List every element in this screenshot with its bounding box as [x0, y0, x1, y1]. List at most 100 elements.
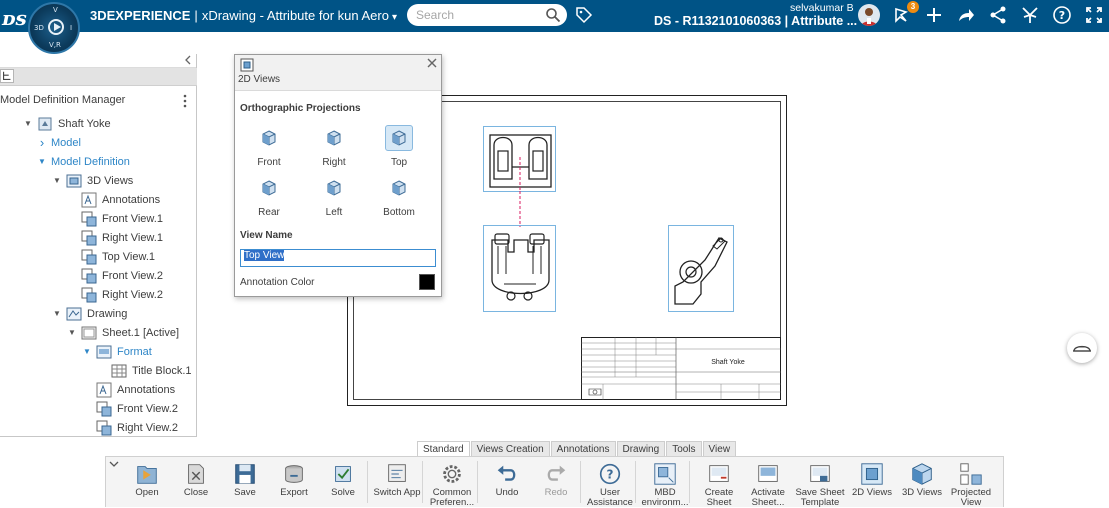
mbd-button[interactable]: MBD environm...: [640, 459, 690, 508]
projection-top-button[interactable]: Top: [375, 125, 423, 169]
projection-label: Rear: [258, 207, 280, 218]
help-icon[interactable]: ?: [1052, 5, 1072, 25]
projected-button[interactable]: Projected View: [946, 459, 996, 508]
search-icon[interactable]: [545, 7, 561, 23]
view-name-field[interactable]: Top View: [240, 249, 436, 267]
expand-down-icon[interactable]: ▼: [81, 346, 93, 358]
tab-views-creation[interactable]: Views Creation: [470, 441, 550, 457]
projection-rear-button[interactable]: Rear: [245, 175, 293, 219]
open-button[interactable]: Open: [122, 459, 172, 508]
app-title[interactable]: 3DEXPERIENCE | xDrawing - Attribute for ku…: [90, 8, 397, 23]
tree-item-label: Annotations: [102, 193, 161, 206]
tree-item[interactable]: ▼ Model Definition: [36, 152, 130, 171]
cube-front-icon: [262, 130, 276, 146]
view-icon: [81, 230, 97, 245]
compass-widget[interactable]: V 3D I V,R: [28, 2, 80, 54]
tree-item[interactable]: Front View.2: [81, 399, 178, 418]
chevron-down-icon[interactable]: [109, 459, 119, 469]
command-label: Open: [135, 487, 159, 498]
projection-front-button[interactable]: Front: [245, 125, 293, 169]
annotation-color-swatch[interactable]: [419, 274, 435, 290]
tree-item[interactable]: Right View.1: [66, 228, 163, 247]
right-view-drawing: [674, 237, 728, 305]
expand-down-icon[interactable]: ▼: [22, 118, 34, 130]
cube-top-icon: [392, 130, 406, 146]
top-view-frame[interactable]: [483, 126, 556, 193]
share-icon[interactable]: [956, 5, 976, 25]
annotation-icon: [96, 382, 112, 397]
more-options-icon[interactable]: [181, 94, 189, 108]
tree-item[interactable]: ▼ Drawing: [51, 304, 127, 323]
switch-app-icon: [388, 464, 406, 482]
projection-bottom-button[interactable]: Bottom: [375, 175, 423, 219]
app-name: xDrawing - Attribute for kun Aero: [201, 8, 389, 23]
tab-annotations[interactable]: Annotations: [550, 441, 616, 457]
projection-left-button[interactable]: Left: [310, 175, 358, 219]
apps-compass-icon[interactable]: [1020, 5, 1040, 25]
network-share-icon[interactable]: [988, 5, 1008, 25]
open-icon: [137, 466, 157, 484]
3d-views-button[interactable]: 3D Views: [897, 459, 947, 508]
plus-icon[interactable]: [924, 5, 944, 25]
cube-left-icon: [327, 180, 341, 196]
tab-tools[interactable]: Tools: [666, 441, 702, 457]
common-button[interactable]: Common Preferen...: [427, 459, 477, 508]
save-button[interactable]: Save: [220, 459, 270, 508]
tree-item[interactable]: › Model: [36, 133, 81, 152]
save-icon: [235, 464, 255, 484]
undo-button[interactable]: Undo: [482, 459, 532, 508]
tab-drawing[interactable]: Drawing: [616, 441, 666, 457]
activate-sheet-icon: [758, 465, 778, 482]
avatar[interactable]: [858, 4, 880, 26]
projected-view-icon: [960, 463, 982, 485]
cube-rear-icon: [262, 180, 276, 196]
save-sheet-button[interactable]: Save Sheet Template: [795, 459, 845, 508]
collapse-panel-icon[interactable]: [183, 55, 193, 65]
export-button[interactable]: Export: [269, 459, 319, 508]
front-view-frame[interactable]: [483, 225, 556, 312]
chevron-down-icon[interactable]: ▾: [392, 12, 397, 23]
chevron-right-icon[interactable]: ›: [36, 135, 48, 150]
tree-item[interactable]: Right View.2: [66, 285, 163, 304]
close-icon[interactable]: [427, 58, 437, 68]
expand-down-icon[interactable]: ▼: [51, 308, 63, 320]
right-view-frame[interactable]: [668, 225, 734, 312]
expand-down-icon[interactable]: ▼: [51, 175, 63, 187]
create-button[interactable]: Create Sheet: [694, 459, 744, 508]
user-button[interactable]: ? User Assistance: [585, 459, 635, 508]
solve-button[interactable]: Solve: [318, 459, 368, 508]
tree-item[interactable]: ▼ Shaft Yoke: [22, 114, 111, 133]
tab-standard[interactable]: Standard: [417, 441, 470, 457]
tree-item[interactable]: Annotations: [66, 190, 160, 209]
redo-button[interactable]: Redo: [531, 459, 581, 508]
brand-label: 3DEXPERIENCE: [90, 8, 191, 23]
tree-item[interactable]: ▼ 3D Views: [51, 171, 133, 190]
tab-view[interactable]: View: [702, 441, 737, 457]
tree-item[interactable]: Title Block.1: [96, 361, 192, 380]
activate-button[interactable]: Activate Sheet...: [743, 459, 793, 508]
tree-item[interactable]: ▼ Format: [81, 342, 152, 361]
tree-item[interactable]: Front View.2: [66, 266, 163, 285]
fullscreen-icon[interactable]: [1084, 5, 1104, 25]
tree-item[interactable]: ▼ Sheet.1 [Active]: [66, 323, 179, 342]
expand-down-icon[interactable]: ▼: [66, 327, 78, 339]
robot-assistant-icon[interactable]: [1067, 333, 1097, 363]
tree-item[interactable]: Top View.1: [66, 247, 155, 266]
tree-icon[interactable]: [0, 69, 14, 83]
expand-down-icon[interactable]: ▼: [36, 156, 48, 168]
tree-item[interactable]: Right View.2: [81, 418, 178, 437]
close-button[interactable]: Close: [171, 459, 221, 508]
tree-item[interactable]: Annotations: [81, 380, 175, 399]
projection-right-button[interactable]: Right: [310, 125, 358, 169]
search-input[interactable]: Search: [407, 4, 567, 26]
2d-views-button[interactable]: 2D Views: [847, 459, 897, 508]
tag-icon[interactable]: [575, 6, 593, 24]
switch-app-button[interactable]: Switch App: [372, 459, 422, 508]
tree-item-label: Top View.1: [102, 250, 156, 263]
tree-item[interactable]: Front View.1: [66, 209, 163, 228]
tree-item-label: Model Definition: [51, 155, 130, 168]
command-toolbar: Open Close Save Export Solve Switch App Common…: [105, 456, 1004, 508]
play-icon[interactable]: [48, 19, 64, 35]
